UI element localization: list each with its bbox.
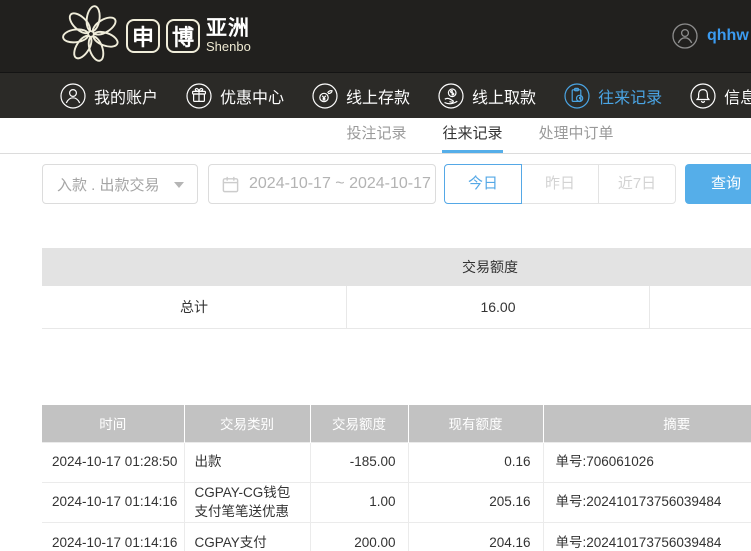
summary-total-value: 16.00 [347, 286, 650, 328]
bell-icon [690, 83, 716, 109]
app-header: 申 博 亚洲 Shenbo qhhw [0, 0, 751, 72]
tab-pending-orders[interactable]: 处理中订单 [539, 118, 614, 153]
username: qhhw [707, 27, 749, 45]
nav-label: 线上取款 [472, 84, 536, 108]
col-type: 交易类别 [184, 405, 310, 442]
logo-flower-icon [62, 5, 120, 68]
logo-subtitle: Shenbo [206, 40, 251, 54]
nav-item-my-account[interactable]: 我的账户 [60, 83, 158, 109]
summary-empty-cell [650, 286, 751, 328]
logo[interactable]: 申 博 亚洲 Shenbo [62, 5, 251, 68]
cell-memo: 单号:202410173756039484 [543, 482, 751, 522]
nav-item-deposit[interactable]: 线上存款 [312, 83, 410, 109]
nav-label: 优惠中心 [220, 84, 284, 108]
nav-item-withdraw[interactable]: 线上取款 [438, 83, 536, 109]
page: 申 博 亚洲 Shenbo qhhw [0, 0, 751, 551]
date-range-input[interactable]: 2024-10-17 ~ 2024-10-17 [208, 164, 436, 204]
cell-balance: 205.16 [408, 482, 543, 522]
cell-balance: 0.16 [408, 442, 543, 482]
nav-item-messages[interactable]: 信息 [690, 83, 751, 109]
cell-type: CGPAY-CG钱包支付笔笔送优惠 [184, 482, 310, 522]
cell-amount: -185.00 [310, 442, 408, 482]
col-balance: 现有额度 [408, 405, 543, 442]
transaction-type-value: 入款 . 出款交易 [57, 174, 160, 195]
cell-amount: 200.00 [310, 522, 408, 551]
logo-char-shen: 申 [126, 19, 160, 53]
cell-memo: 单号:706061026 [543, 442, 751, 482]
table-row: 2024-10-17 01:14:16 CGPAY支付 200.00 204.1… [42, 522, 751, 551]
cell-time: 2024-10-17 01:14:16 [42, 482, 184, 522]
search-button[interactable]: 查询 [685, 164, 751, 204]
cell-amount: 1.00 [310, 482, 408, 522]
cell-balance: 204.16 [408, 522, 543, 551]
col-time: 时间 [42, 405, 184, 442]
summary-table: 交易额度 总计 16.00 [42, 248, 751, 329]
transactions-table: 时间 交易类别 交易额度 现有额度 摘要 2024-10-17 01:28:50… [42, 405, 751, 551]
transaction-type-select[interactable]: 入款 . 出款交易 [42, 164, 198, 204]
logo-char-bo: 博 [166, 19, 200, 53]
filter-bar: 入款 . 出款交易 2024-10-17 ~ 2024-10-17 今日 昨日 … [42, 164, 751, 204]
nav-label: 线上存款 [346, 84, 410, 108]
main-nav: 我的账户 优惠中心 [0, 72, 751, 118]
quick-date-buttons: 今日 昨日 近7日 [444, 164, 676, 204]
summary-header: 交易额度 [42, 248, 751, 286]
col-amount: 交易额度 [310, 405, 408, 442]
tab-transaction-records[interactable]: 往来记录 [442, 118, 502, 153]
chevron-down-icon [174, 182, 184, 188]
calendar-icon [221, 175, 240, 194]
table-row: 2024-10-17 01:28:50 出款 -185.00 0.16 单号:7… [42, 442, 751, 482]
summary-total-label: 总计 [42, 286, 347, 328]
cell-time: 2024-10-17 01:28:50 [42, 442, 184, 482]
user-avatar-icon [672, 23, 698, 49]
nav-label: 往来记录 [598, 84, 662, 108]
cell-type: 出款 [184, 442, 310, 482]
date-range-value: 2024-10-17 ~ 2024-10-17 [249, 175, 431, 193]
yesterday-button[interactable]: 昨日 [521, 164, 599, 204]
cell-memo: 单号:202410173756039484 [543, 522, 751, 551]
summary-total-row: 总计 16.00 [42, 286, 751, 328]
account-icon [60, 83, 86, 109]
cell-type: CGPAY支付 [184, 522, 310, 551]
nav-label: 信息 [724, 84, 751, 108]
record-tabs: 投注记录 往来记录 处理中订单 [0, 118, 751, 154]
col-memo: 摘要 [543, 405, 751, 442]
last7days-button[interactable]: 近7日 [598, 164, 676, 204]
logo-region: 亚洲 [206, 18, 251, 40]
table-row: 2024-10-17 01:14:16 CGPAY-CG钱包支付笔笔送优惠 1.… [42, 482, 751, 522]
tab-bet-records[interactable]: 投注记录 [346, 118, 406, 153]
deposit-coin-icon [312, 83, 338, 109]
user-info[interactable]: qhhw [672, 0, 749, 72]
nav-label: 我的账户 [94, 84, 158, 108]
withdraw-coin-icon [438, 83, 464, 109]
promo-gift-icon [186, 83, 212, 109]
nav-item-promotions[interactable]: 优惠中心 [186, 83, 284, 109]
records-icon [564, 83, 590, 109]
today-button[interactable]: 今日 [444, 164, 522, 204]
table-header-row: 时间 交易类别 交易额度 现有额度 摘要 [42, 405, 751, 442]
cell-time: 2024-10-17 01:14:16 [42, 522, 184, 551]
nav-item-records[interactable]: 往来记录 [564, 83, 662, 109]
